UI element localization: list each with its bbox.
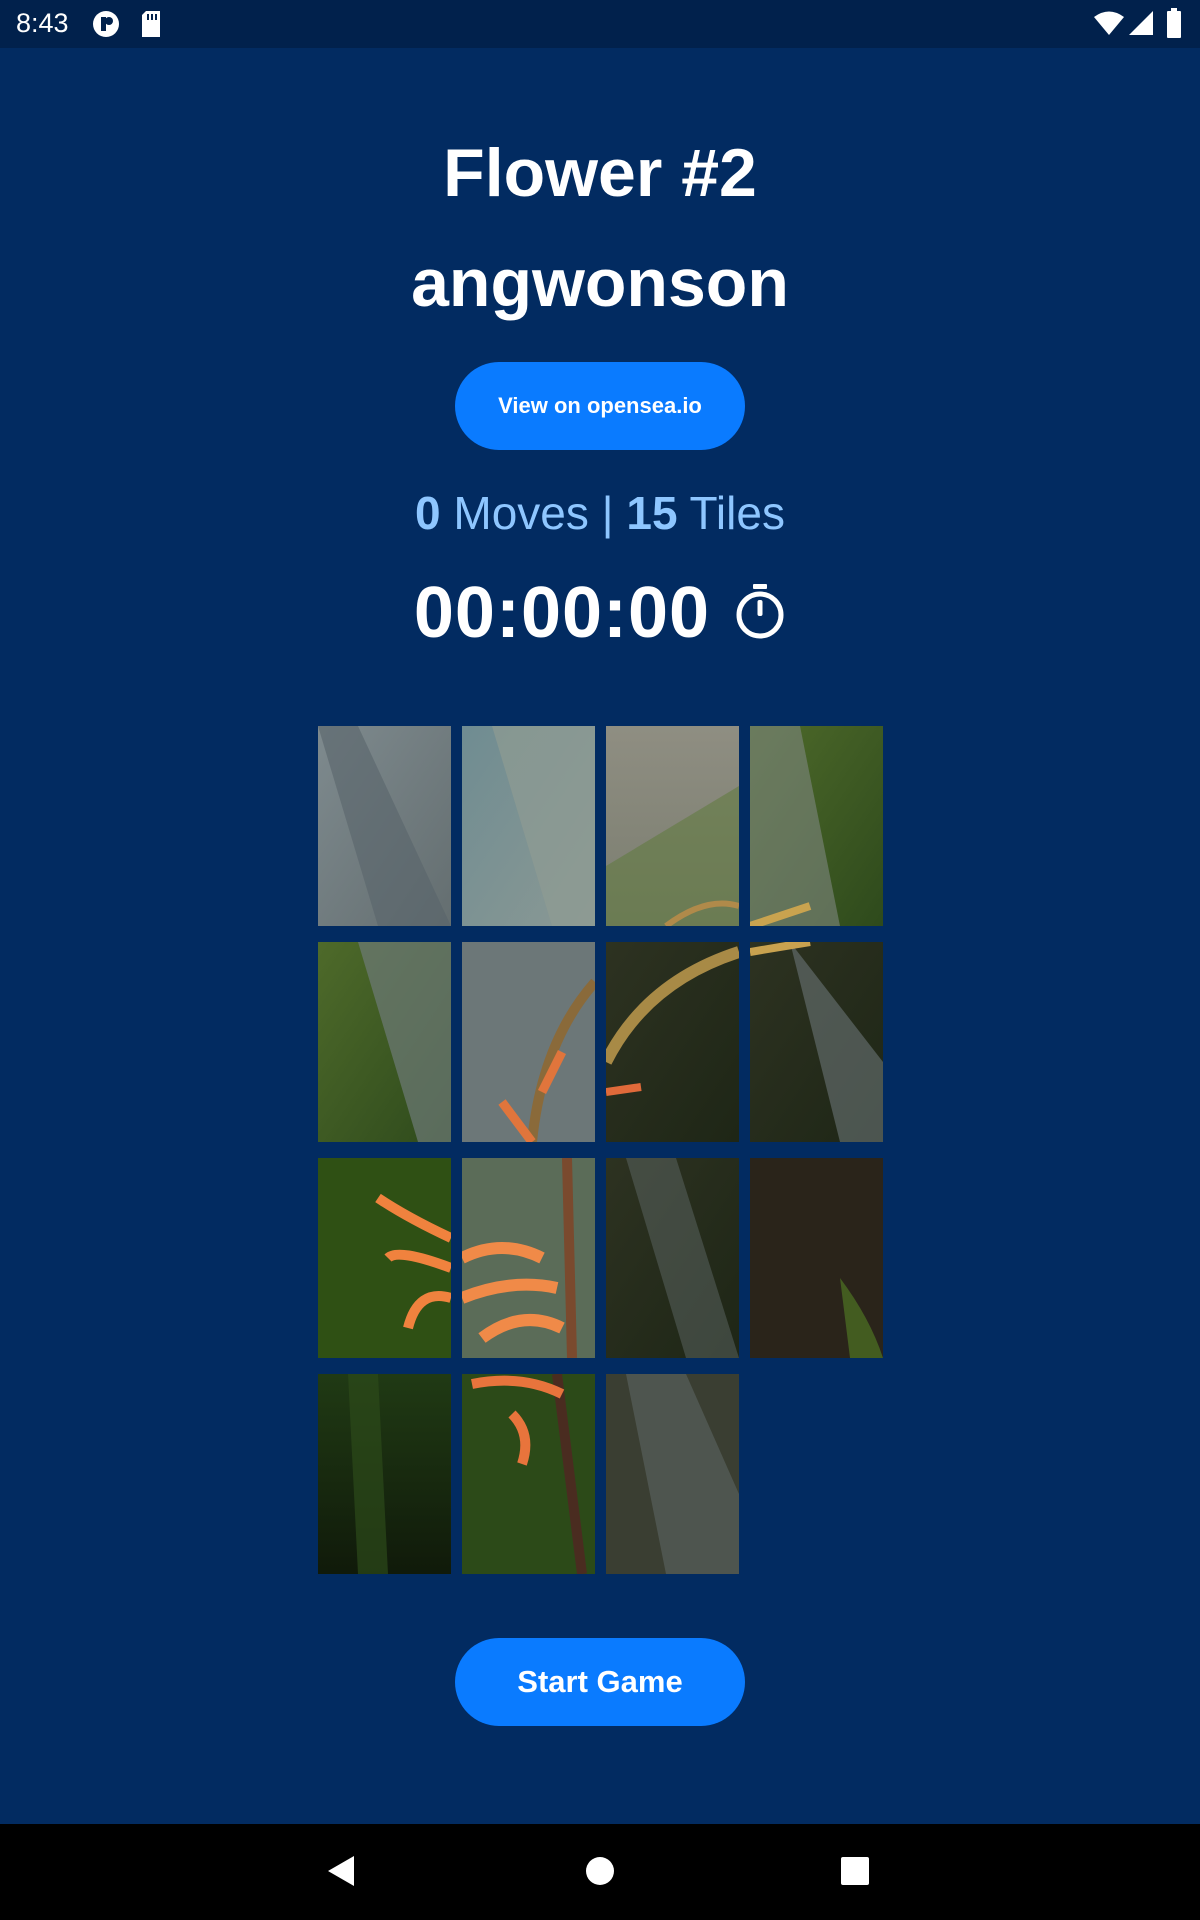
navigation-bar (0, 1824, 1200, 1920)
status-bar: 8:43 (0, 0, 1200, 48)
stats-separator: | (601, 487, 614, 539)
back-icon[interactable] (326, 1854, 356, 1892)
screen: 8:43 Flower #2 angwonson View on opensea… (0, 0, 1200, 1920)
puzzle-tile[interactable] (318, 726, 451, 926)
puzzle-tile[interactable] (462, 1374, 595, 1574)
recents-icon[interactable] (840, 1854, 870, 1892)
moves-label: Moves (453, 487, 589, 539)
view-on-opensea-button[interactable]: View on opensea.io (455, 362, 745, 450)
battery-icon (1166, 8, 1182, 42)
puzzle-tile[interactable] (606, 1374, 739, 1574)
wifi-icon (1094, 10, 1124, 40)
puzzle-tile[interactable] (318, 1374, 451, 1574)
puzzle-tile[interactable] (318, 1158, 451, 1358)
start-game-button[interactable]: Start Game (455, 1638, 745, 1726)
tiles-count: 15 (626, 487, 678, 539)
timer-value: 00:00:00 (413, 573, 711, 653)
cell-signal-icon (1128, 10, 1154, 40)
puzzle-tile[interactable] (462, 726, 595, 926)
puzzle-tile[interactable] (750, 1158, 883, 1358)
puzzle-tile[interactable] (606, 726, 739, 926)
puzzle-tile[interactable] (318, 942, 451, 1142)
puzzle-title: Flower #2 (443, 135, 757, 211)
sd-card-icon (140, 10, 162, 42)
puzzle-tile[interactable] (462, 942, 595, 1142)
puzzle-tile[interactable] (606, 942, 739, 1142)
game-stats: 0 Moves | 15 Tiles (0, 486, 1200, 540)
moves-count: 0 (415, 487, 441, 539)
home-icon[interactable] (585, 1854, 615, 1892)
stopwatch-icon (734, 582, 786, 644)
author-name: angwonson (411, 245, 789, 321)
timer: 00:00:00 (0, 572, 1200, 654)
puzzle-board (318, 726, 883, 1574)
puzzle-tile[interactable] (462, 1158, 595, 1358)
tiles-label: Tiles (689, 487, 785, 539)
app-notification-icon (92, 10, 120, 42)
status-time: 8:43 (16, 8, 69, 38)
puzzle-tile[interactable] (750, 726, 883, 926)
puzzle-tile[interactable] (750, 942, 883, 1142)
puzzle-tile[interactable] (606, 1158, 739, 1358)
